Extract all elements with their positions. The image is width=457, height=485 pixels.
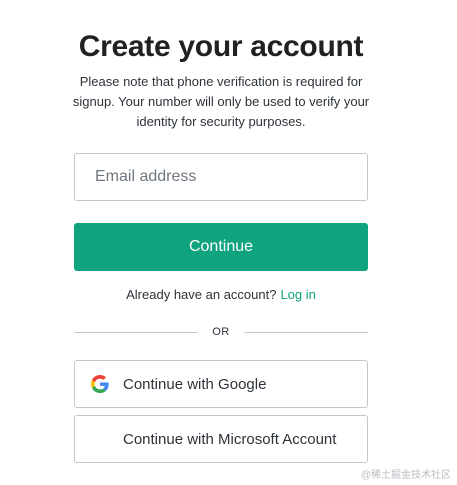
watermark: @稀土掘金技术社区 [360,470,451,481]
microsoft-icon [91,430,109,448]
continue-button[interactable]: Continue [74,223,368,271]
divider-label: OR [212,326,230,338]
page-title: Create your account [78,30,364,63]
divider-line-right [243,331,368,333]
login-prompt-row: Already have an account? Log in [74,287,368,302]
microsoft-button-label: Continue with Microsoft Account [123,430,337,448]
or-divider: OR [74,324,368,340]
google-button-label: Continue with Google [123,375,267,393]
page-subtitle: Please note that phone verification is r… [72,74,370,129]
login-link[interactable]: Log in [280,287,315,302]
email-field[interactable] [74,153,368,201]
divider-line-left [74,331,199,333]
google-icon [91,375,109,393]
signup-page: Create your account Please note that pho… [0,0,457,485]
continue-with-microsoft-button[interactable]: Continue with Microsoft Account [74,415,368,463]
login-prompt-text: Already have an account? [126,287,277,302]
continue-with-google-button[interactable]: Continue with Google [74,360,368,408]
